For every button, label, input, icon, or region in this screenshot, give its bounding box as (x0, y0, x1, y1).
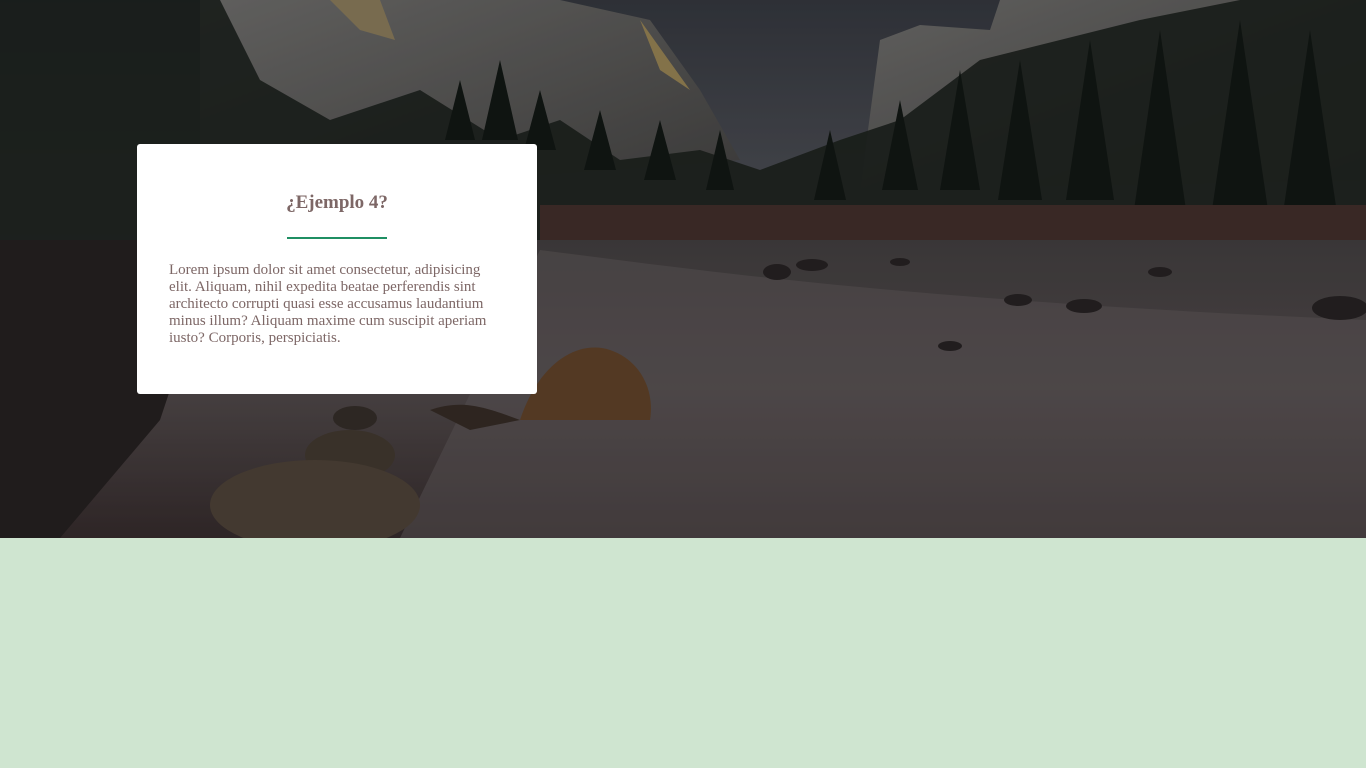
lower-section-background (0, 538, 1366, 768)
card-title: ¿Ejemplo 4? (286, 192, 388, 213)
info-card: ¿Ejemplo 4? Lorem ipsum dolor sit amet c… (137, 144, 537, 394)
title-underline-divider (287, 237, 387, 239)
card-body-text: Lorem ipsum dolor sit amet consectetur, … (169, 262, 487, 346)
